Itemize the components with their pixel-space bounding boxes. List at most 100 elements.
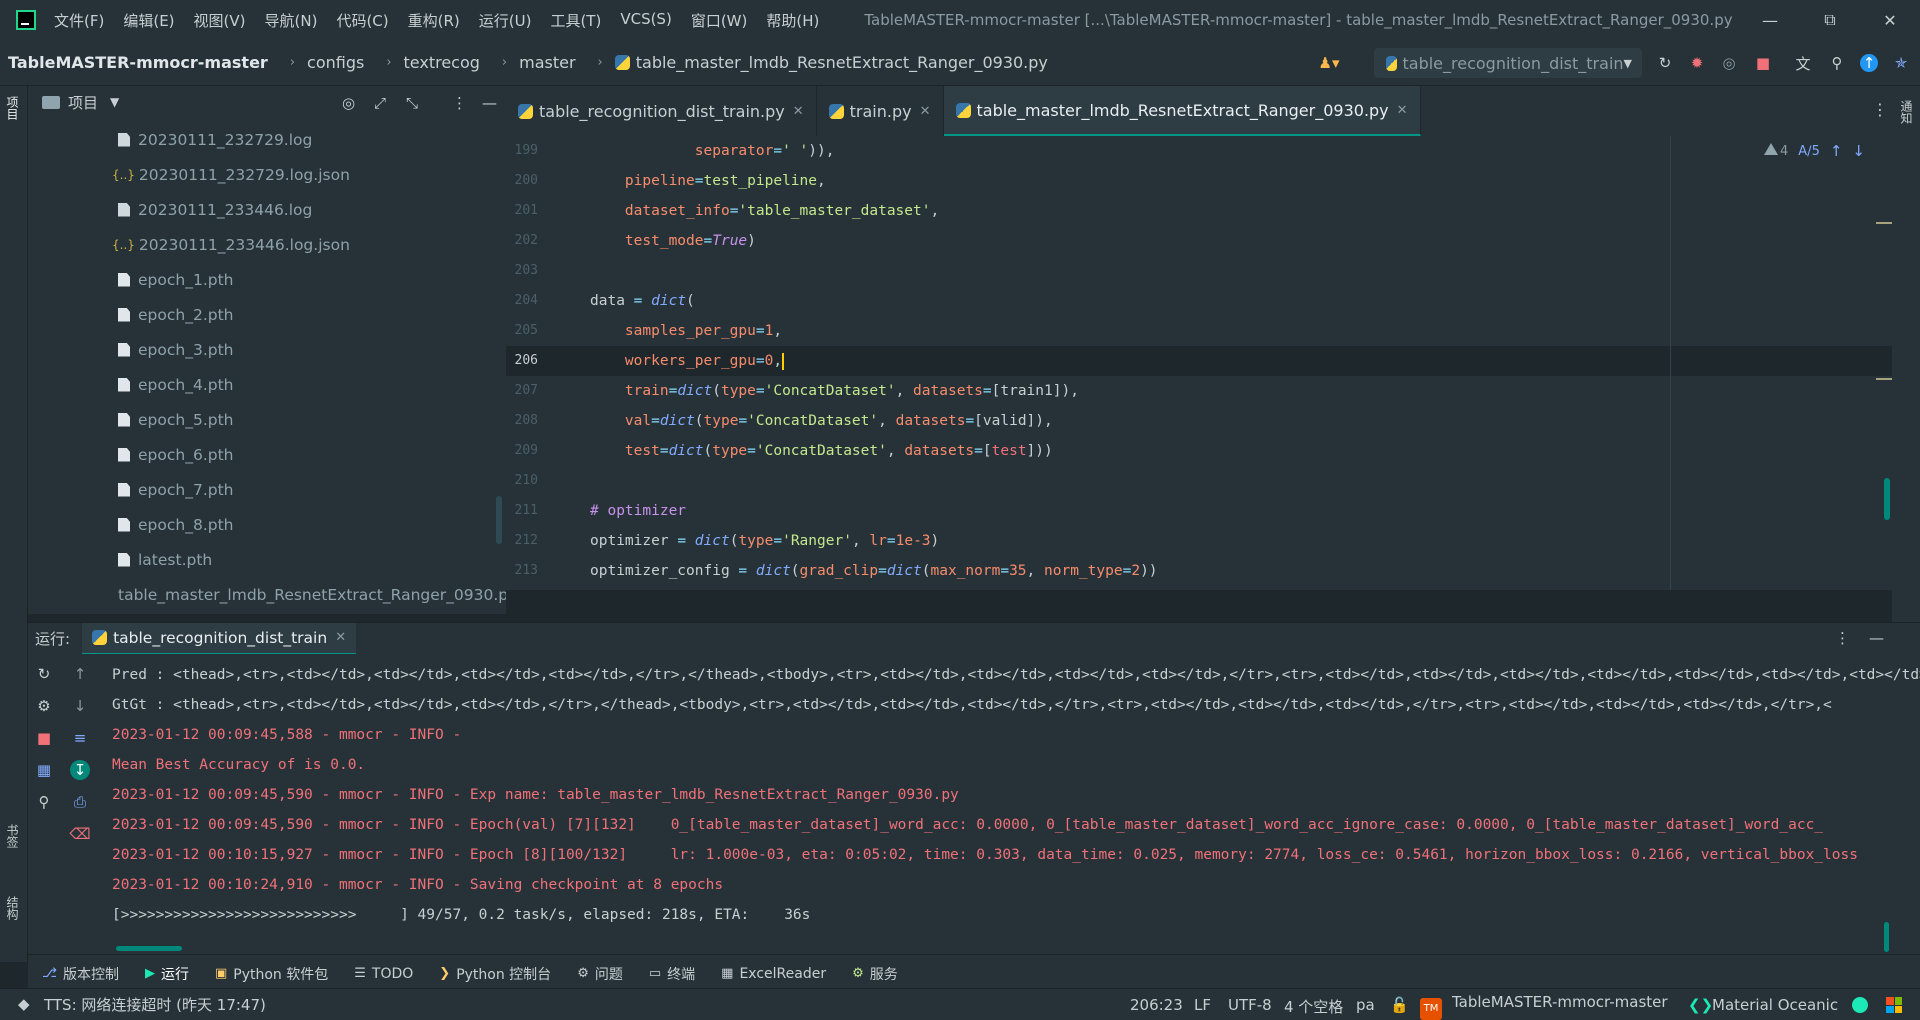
code-line[interactable]: 199 separator=' ')), <box>506 136 1920 166</box>
run-tab[interactable]: table_recognition_dist_train ✕ <box>82 622 357 655</box>
menu-item[interactable]: 窗口(W) <box>691 10 748 31</box>
tool-window-run[interactable]: ▶ 运行 <box>145 964 189 984</box>
close-tab-icon[interactable]: ✕ <box>1397 103 1408 118</box>
line-separator[interactable]: LF <box>1194 996 1211 1014</box>
scroll-down-icon[interactable]: ↓ <box>70 696 90 716</box>
file-tree-item[interactable]: {..} 20230111_233446.log.json <box>28 227 506 262</box>
tool-window-terminal[interactable]: ▭ 终端 <box>649 964 695 984</box>
code-line[interactable]: 209 test=dict(type='ConcatDataset', data… <box>506 436 1920 466</box>
debug-icon[interactable]: ✹ <box>1688 54 1706 72</box>
code-line[interactable]: 201 dataset_info='table_master_dataset', <box>506 196 1920 226</box>
tab-table-master-config[interactable]: table_master_lmdb_ResnetExtract_Ranger_0… <box>943 86 1421 136</box>
pin-icon[interactable]: ⚲ <box>34 792 54 812</box>
file-tree-item[interactable]: epoch_2.pth <box>28 297 506 332</box>
tab-table-recognition-dist-train[interactable]: table_recognition_dist_train.py ✕ <box>506 86 817 136</box>
code-line[interactable]: 200 pipeline=test_pipeline, <box>506 166 1920 196</box>
tab-train[interactable]: train.py ✕ <box>817 86 944 136</box>
soft-wrap-icon[interactable]: ≡ <box>70 728 90 748</box>
indent-setting[interactable]: 4 个空格 <box>1284 996 1343 1017</box>
typos-count[interactable]: A∕5 <box>1798 144 1820 159</box>
breadcrumb-current-file[interactable]: › table_master_lmdb_ResnetExtract_Ranger_… <box>598 53 1048 72</box>
close-tab-icon[interactable]: ✕ <box>920 104 931 119</box>
tool-window-services[interactable]: ⚙ 服务 <box>852 964 898 984</box>
tool-window-vcs[interactable]: ⎇ 版本控制 <box>42 964 119 984</box>
update-icon[interactable]: ↑ <box>1860 54 1878 72</box>
code-line[interactable]: 205 samples_per_gpu=1, <box>506 316 1920 346</box>
search-icon[interactable]: ⚲ <box>1828 54 1846 72</box>
file-tree-item[interactable]: epoch_7.pth <box>28 472 506 507</box>
menu-item[interactable]: 文件(F) <box>54 10 104 31</box>
code-line[interactable]: 212 optimizer = dict(type='Ranger', lr=1e… <box>506 526 1920 556</box>
more-options-icon[interactable]: ⋮ <box>452 94 467 112</box>
tool-window-todo[interactable]: ☰ TODO <box>354 966 413 982</box>
layers-icon[interactable]: ◆ <box>18 995 30 1013</box>
project-tool-button[interactable]: 项目 <box>4 96 21 120</box>
menu-item[interactable]: 代码(C) <box>336 10 388 31</box>
editor-scrollbar[interactable] <box>1884 478 1890 520</box>
hide-panel-icon[interactable]: — <box>482 94 497 112</box>
theme-name[interactable]: Material Oceanic <box>1712 996 1838 1014</box>
tool-window-problems[interactable]: ⚙ 问题 <box>577 964 623 984</box>
expand-all-icon[interactable]: ⤢ <box>374 94 386 112</box>
layout-icon[interactable]: ▦ <box>34 760 54 780</box>
file-encoding[interactable]: UTF-8 <box>1228 996 1272 1014</box>
run-config-selector[interactable]: table_recognition_dist_train ▼ <box>1374 48 1642 78</box>
breadcrumb-textrecog[interactable]: › textrecog <box>386 53 480 72</box>
more-options-icon[interactable]: ⋮ <box>1835 629 1850 647</box>
file-tree-item[interactable]: 20230111_233446.log <box>28 192 506 227</box>
menu-item[interactable]: 编辑(E) <box>123 10 174 31</box>
tool-window-excelreader[interactable]: ▦ ExcelReader <box>721 966 826 982</box>
rerun-icon[interactable]: ↻ <box>1656 54 1674 72</box>
breadcrumb-master[interactable]: › master <box>502 53 576 72</box>
file-tree-item[interactable]: epoch_3.pth <box>28 332 506 367</box>
file-tree-item[interactable]: epoch_8.pth <box>28 507 506 542</box>
code-line[interactable]: 204 data = dict( <box>506 286 1920 316</box>
scroll-up-icon[interactable]: ↑ <box>70 664 90 684</box>
notifications-tool-button[interactable]: 通知 <box>1898 100 1915 124</box>
stop-icon[interactable]: ■ <box>1754 54 1772 72</box>
menu-item[interactable]: 帮助(H) <box>766 10 819 31</box>
translate-icon[interactable]: 文 <box>1794 54 1812 73</box>
file-tree-item[interactable]: table_master_lmdb_ResnetExtract_Ranger_0… <box>28 577 506 612</box>
code-line[interactable]: 203 <box>506 256 1920 286</box>
warning-stripe[interactable] <box>1876 222 1892 224</box>
breadcrumb-project[interactable]: TableMASTER-mmocr-master <box>8 53 268 72</box>
close-tab-icon[interactable]: ✕ <box>335 630 346 645</box>
stop-icon[interactable]: ■ <box>34 728 54 748</box>
console-vertical-scrollbar[interactable] <box>1884 922 1889 952</box>
close-window-icon[interactable]: ✕ <box>1860 0 1920 40</box>
next-highlight-icon[interactable]: ↓ <box>1852 142 1865 160</box>
clear-all-icon[interactable]: ⌫ <box>69 824 90 844</box>
hide-panel-icon[interactable]: — <box>1869 629 1884 647</box>
tree-scrollbar[interactable] <box>496 496 502 544</box>
menu-item[interactable]: 重构(R) <box>408 10 460 31</box>
file-tree-item[interactable]: 20230111_232729.log <box>28 122 506 157</box>
menu-item[interactable]: 工具(T) <box>550 10 601 31</box>
restore-icon[interactable]: ⧉ <box>1800 0 1860 40</box>
tool-window-python-packages[interactable]: ▣ Python 软件包 <box>215 964 328 984</box>
file-tree-item[interactable]: epoch_4.pth <box>28 367 506 402</box>
coverage-icon[interactable]: ◎ <box>1720 54 1738 72</box>
code-line[interactable]: 213 optimizer_config = dict(grad_clip=dic… <box>506 556 1920 586</box>
file-tree-item[interactable]: epoch_1.pth <box>28 262 506 297</box>
warnings-count[interactable]: 4 <box>1764 143 1788 159</box>
menu-item[interactable]: 导航(N) <box>265 10 318 31</box>
language-indicator[interactable]: pa <box>1356 996 1375 1014</box>
file-tree-item[interactable]: {..} 20230111_232729.log.json <box>28 157 506 192</box>
previous-highlight-icon[interactable]: ↑ <box>1830 142 1843 160</box>
settings-icon[interactable]: ⚙ <box>34 696 54 716</box>
code-line[interactable]: 208 val=dict(type='ConcatDataset', datas… <box>506 406 1920 436</box>
close-tab-icon[interactable]: ✕ <box>793 104 804 119</box>
print-icon[interactable]: ⎙ <box>70 792 90 812</box>
structure-tool-button[interactable]: 结构 <box>4 896 21 920</box>
chevron-down-icon[interactable]: ▼ <box>110 95 119 109</box>
users-icon[interactable]: ♟▾ <box>1319 54 1340 72</box>
code-line[interactable]: 202 test_mode=True) <box>506 226 1920 256</box>
menu-item[interactable]: VCS(S) <box>620 10 671 31</box>
status-message[interactable]: TTS: 网络连接超时 (昨天 17:47) <box>44 994 266 1015</box>
menu-item[interactable]: 运行(U) <box>479 10 532 31</box>
plugins-icon[interactable]: ✯ <box>1892 54 1910 72</box>
caret-position[interactable]: 206:23 <box>1130 996 1183 1014</box>
theme-accent-icon[interactable] <box>1852 997 1868 1013</box>
more-tabs-icon[interactable]: ⋮ <box>1872 100 1888 119</box>
